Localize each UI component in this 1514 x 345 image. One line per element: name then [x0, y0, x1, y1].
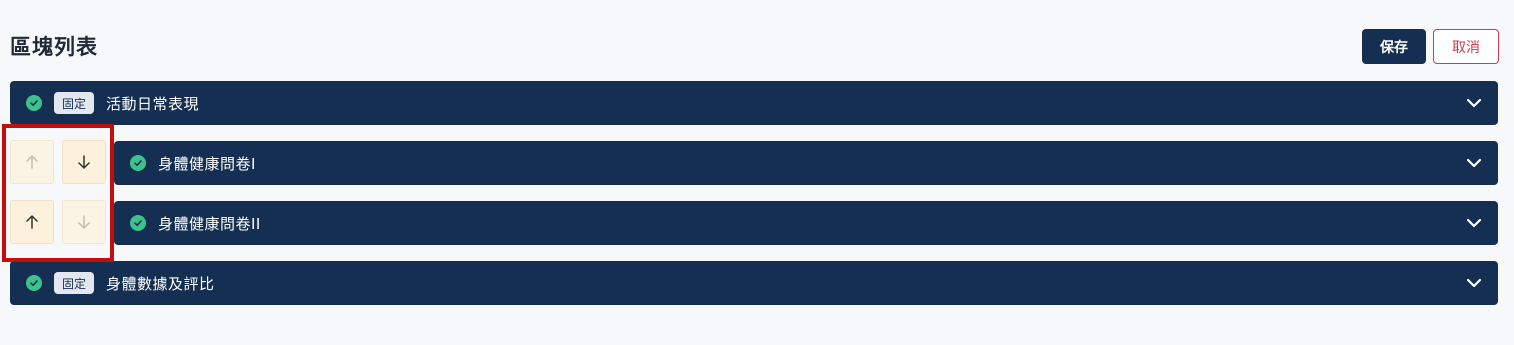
chevron-down-icon[interactable] [1466, 275, 1482, 291]
check-circle-icon [130, 155, 146, 171]
page-title: 區塊列表 [10, 35, 98, 59]
check-circle-icon [26, 95, 42, 111]
arrow-up-icon [26, 155, 38, 169]
block-row[interactable]: 身體健康問卷II [114, 201, 1498, 245]
move-down-button[interactable] [62, 140, 106, 184]
fixed-badge: 固定 [54, 92, 95, 114]
save-button[interactable]: 保存 [1362, 29, 1426, 64]
block-row[interactable]: 身體健康問卷I [114, 141, 1498, 185]
chevron-down-icon[interactable] [1466, 215, 1482, 231]
block-title: 身體數據及評比 [106, 274, 215, 293]
chevron-down-icon[interactable] [1466, 155, 1482, 171]
move-down-button[interactable] [62, 200, 106, 244]
block-title: 身體健康問卷II [158, 214, 261, 233]
block-row[interactable]: 固定 活動日常表現 [10, 81, 1498, 125]
cancel-button[interactable]: 取消 [1433, 29, 1499, 64]
page-header: 區塊列表 保存 取消 [10, 28, 1500, 66]
arrow-down-icon [78, 155, 90, 169]
block-title: 活動日常表現 [106, 94, 200, 113]
check-circle-icon [130, 215, 146, 231]
arrow-up-icon [26, 215, 38, 229]
block-row[interactable]: 固定 身體數據及評比 [10, 261, 1498, 305]
chevron-down-icon[interactable] [1466, 95, 1482, 111]
block-title: 身體健康問卷I [158, 154, 256, 173]
fixed-badge: 固定 [54, 272, 95, 294]
move-up-button[interactable] [10, 200, 54, 244]
arrow-down-icon [78, 215, 90, 229]
move-up-button[interactable] [10, 140, 54, 184]
check-circle-icon [26, 275, 42, 291]
